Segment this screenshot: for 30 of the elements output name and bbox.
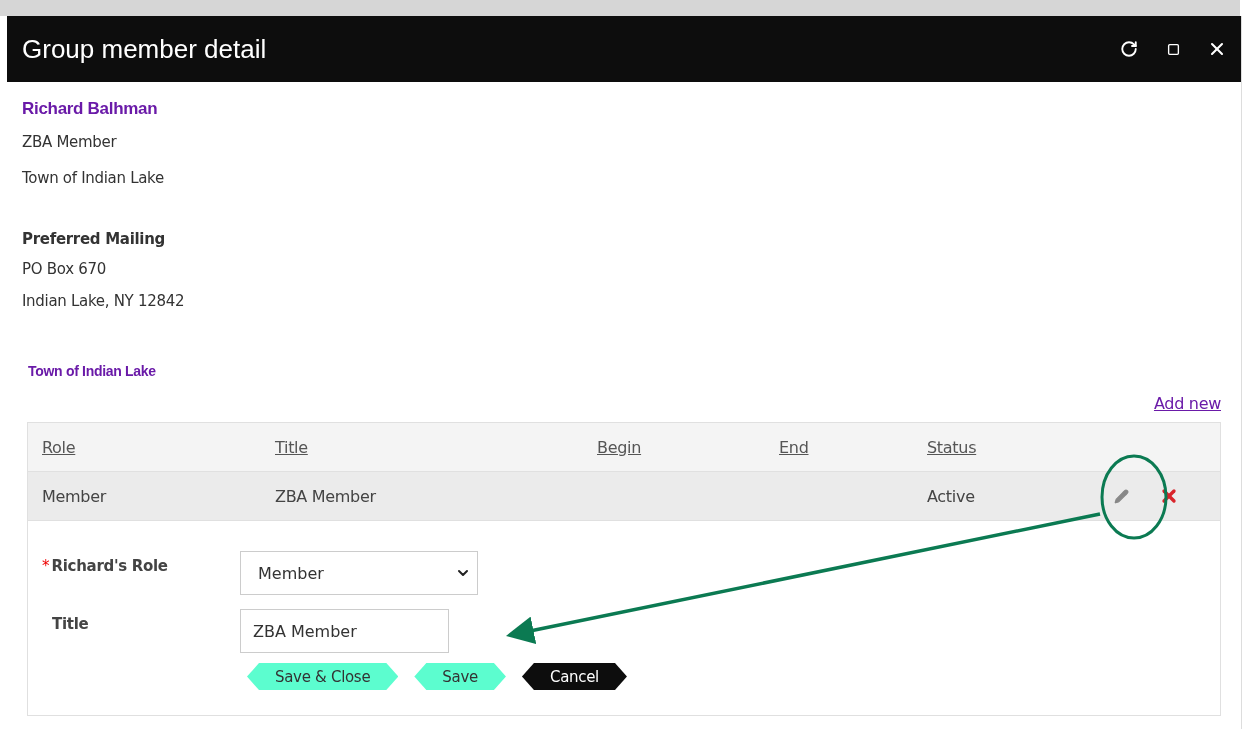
column-header[interactable]: End bbox=[779, 437, 927, 457]
add-new-link[interactable]: Add new bbox=[1153, 394, 1221, 413]
table-cell-text: Active bbox=[927, 486, 976, 506]
group-name: Town of Indian Lake bbox=[28, 363, 157, 379]
table-row[interactable]: Member ZBA Member Active bbox=[28, 472, 1220, 521]
table-cell-text: Member bbox=[42, 486, 108, 506]
contact-organization: Town of Indian Lake bbox=[22, 168, 165, 189]
required-mark: * bbox=[42, 557, 50, 575]
role-select[interactable]: Member bbox=[240, 551, 478, 595]
table-cell-text: ZBA Member bbox=[275, 486, 377, 506]
column-header[interactable]: Begin bbox=[597, 437, 779, 457]
refresh-button[interactable] bbox=[1119, 39, 1139, 59]
window-title: Group member detail bbox=[22, 33, 268, 65]
field-label: Title bbox=[52, 615, 89, 633]
cancel-button[interactable]: Cancel bbox=[521, 663, 627, 690]
contact-name: Richard Balhman bbox=[22, 98, 159, 120]
delete-icon[interactable] bbox=[1159, 486, 1179, 506]
edit-icon[interactable] bbox=[1114, 488, 1129, 504]
title-input[interactable]: ZBA Member bbox=[240, 609, 449, 653]
address-line: PO Box 670 bbox=[22, 259, 107, 280]
save-button[interactable]: Save bbox=[414, 663, 506, 690]
save-button[interactable]: Save & Close bbox=[247, 663, 399, 690]
column-header[interactable]: Role bbox=[42, 437, 275, 457]
column-header[interactable]: Title bbox=[275, 437, 597, 457]
contact-title: ZBA Member bbox=[22, 132, 118, 153]
column-header[interactable]: Status bbox=[927, 437, 1097, 457]
address-line: Indian Lake, NY 12842 bbox=[22, 291, 186, 312]
maximize-icon bbox=[1166, 42, 1180, 56]
field-label: Richard's Role bbox=[51, 557, 168, 575]
address-label: Preferred Mailing bbox=[22, 229, 166, 250]
